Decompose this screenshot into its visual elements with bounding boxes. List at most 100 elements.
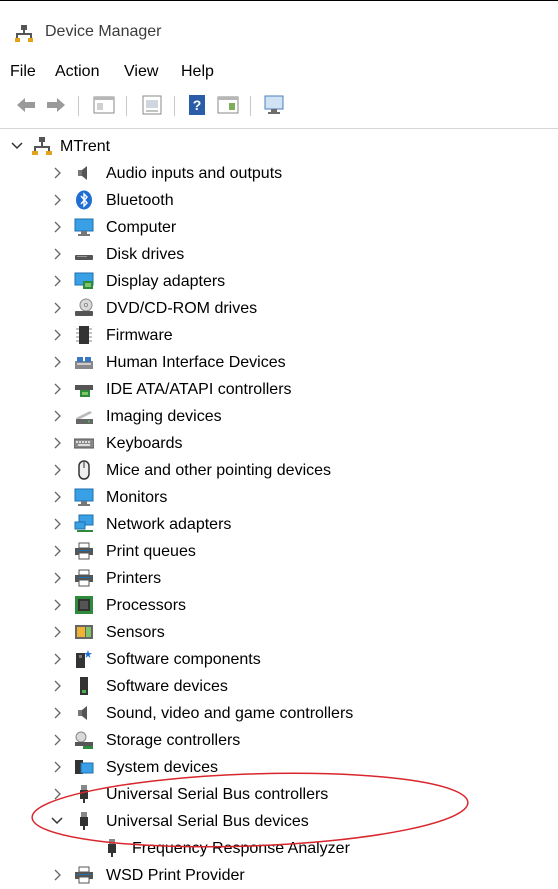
- tree-item-system-devices[interactable]: System devices: [0, 755, 558, 781]
- hid-icon: [75, 357, 93, 369]
- tree-item-label: Mice and other pointing devices: [106, 462, 332, 479]
- printer-icon: [75, 866, 93, 884]
- chevron-right-icon[interactable]: [50, 407, 64, 425]
- tree-item-label: Display adapters: [106, 273, 226, 290]
- storage-controller-icon: [75, 731, 93, 749]
- tree-item-network[interactable]: Network adapters: [0, 512, 558, 538]
- chevron-right-icon[interactable]: [50, 191, 64, 209]
- chevron-right-icon[interactable]: [50, 218, 64, 236]
- chevron-right-icon[interactable]: [50, 596, 64, 614]
- chevron-right-icon[interactable]: [50, 353, 64, 371]
- toolbar-divider: [0, 128, 558, 129]
- chevron-right-icon[interactable]: [50, 299, 64, 317]
- chevron-right-icon[interactable]: [50, 650, 64, 668]
- monitor-icon: [74, 488, 94, 506]
- tree-item-imaging[interactable]: Imaging devices: [0, 404, 558, 430]
- tree-item-disk-drives[interactable]: Disk drives: [0, 242, 558, 268]
- tree-item-label: IDE ATA/ATAPI controllers: [106, 381, 292, 398]
- system-folder-icon: [75, 760, 94, 774]
- chevron-right-icon[interactable]: [50, 461, 64, 479]
- processor-icon: [75, 596, 93, 614]
- chevron-right-icon[interactable]: [50, 488, 64, 506]
- tree-item-printers[interactable]: Printers: [0, 566, 558, 592]
- chevron-right-icon[interactable]: [50, 569, 64, 587]
- network-adapter-icon: [74, 514, 94, 532]
- tree-item-label: Human Interface Devices: [106, 354, 286, 371]
- tree-item-processors[interactable]: Processors: [0, 593, 558, 619]
- tree-item-label: Sound, video and game controllers: [106, 705, 354, 722]
- tree-item-firmware[interactable]: Firmware: [0, 323, 558, 349]
- printer-icon: [75, 569, 93, 587]
- tree-item-usb-devices[interactable]: Universal Serial Bus devices: [0, 809, 558, 835]
- back-icon[interactable]: [14, 94, 38, 116]
- show-hide-console-tree-icon[interactable]: [92, 94, 116, 116]
- tree-item-print-queues[interactable]: Print queues: [0, 539, 558, 565]
- tree-item-label: Keyboards: [106, 435, 183, 452]
- chevron-right-icon[interactable]: [50, 542, 64, 560]
- tree-item-usb-controllers[interactable]: Universal Serial Bus controllers: [0, 782, 558, 808]
- tree-item-dvd[interactable]: DVD/CD-ROM drives: [0, 296, 558, 322]
- menu-action[interactable]: Action: [53, 63, 101, 81]
- properties-icon[interactable]: [140, 94, 164, 116]
- chevron-right-icon[interactable]: [50, 866, 64, 884]
- usb-plug-icon: [80, 785, 88, 803]
- toolbar-separator: [126, 96, 127, 116]
- speaker-icon: [78, 706, 87, 720]
- tree-item-ide[interactable]: IDE ATA/ATAPI controllers: [0, 377, 558, 403]
- tree-item-label: Imaging devices: [106, 408, 222, 425]
- display-adapter-icon: [74, 272, 94, 289]
- printer-icon: [75, 542, 93, 560]
- chevron-right-icon[interactable]: [50, 164, 64, 182]
- tree-item-label: Universal Serial Bus controllers: [106, 786, 329, 803]
- chevron-right-icon[interactable]: [50, 434, 64, 452]
- tree-item-wsd-print-provider[interactable]: WSD Print Provider: [0, 863, 558, 889]
- chevron-down-icon[interactable]: [50, 812, 64, 830]
- tree-item-software-components[interactable]: Software components: [0, 647, 558, 673]
- tree-item-label: Monitors: [106, 489, 168, 506]
- tree-item-label: Audio inputs and outputs: [106, 165, 283, 182]
- title-bar: Device Manager: [0, 1, 558, 51]
- chevron-right-icon[interactable]: [50, 731, 64, 749]
- chevron-right-icon[interactable]: [50, 677, 64, 695]
- tree-item-hid[interactable]: Human Interface Devices: [0, 350, 558, 376]
- chevron-down-icon[interactable]: [10, 137, 24, 155]
- software-device-icon: [80, 677, 88, 695]
- chevron-right-icon[interactable]: [50, 245, 64, 263]
- chevron-right-icon[interactable]: [50, 272, 64, 290]
- tree-item-storage-controllers[interactable]: Storage controllers: [0, 728, 558, 754]
- tree-root[interactable]: MTrent: [0, 134, 558, 160]
- scan-hardware-icon[interactable]: [262, 94, 286, 116]
- chevron-right-icon[interactable]: [50, 326, 64, 344]
- tree-item-software-devices[interactable]: Software devices: [0, 674, 558, 700]
- chevron-right-icon[interactable]: [50, 785, 64, 803]
- chevron-right-icon[interactable]: [50, 758, 64, 776]
- tree-item-mice[interactable]: Mice and other pointing devices: [0, 458, 558, 484]
- tree-item-display-adapters[interactable]: Display adapters: [0, 269, 558, 295]
- menu-help[interactable]: Help: [179, 63, 216, 81]
- dvd-drive-icon: [75, 298, 93, 316]
- menu-view[interactable]: View: [122, 63, 160, 81]
- tree-item-keyboards[interactable]: Keyboards: [0, 431, 558, 457]
- tree-item-frequency-response-analyzer[interactable]: Frequency Response Analyzer: [0, 836, 558, 862]
- tree-item-label: System devices: [106, 759, 219, 776]
- tree-item-computer[interactable]: Computer: [0, 215, 558, 241]
- action-pane-icon[interactable]: [216, 94, 240, 116]
- menu-file[interactable]: File: [8, 63, 38, 81]
- tree-item-label: Network adapters: [106, 516, 232, 533]
- chevron-right-icon[interactable]: [50, 380, 64, 398]
- tree-item-sound-video[interactable]: Sound, video and game controllers: [0, 701, 558, 727]
- tree-item-sensors[interactable]: Sensors: [0, 620, 558, 646]
- tree-root-label: MTrent: [60, 138, 111, 155]
- disk-drive-icon: [75, 255, 93, 260]
- chevron-right-icon[interactable]: [50, 515, 64, 533]
- tree-item-label: Processors: [106, 597, 187, 614]
- chevron-right-icon[interactable]: [50, 623, 64, 641]
- forward-icon[interactable]: [44, 94, 68, 116]
- tree-item-audio[interactable]: Audio inputs and outputs: [0, 161, 558, 187]
- tree-item-bluetooth[interactable]: Bluetooth: [0, 188, 558, 214]
- tree-item-label: Software devices: [106, 678, 228, 695]
- svg-text:?: ?: [193, 97, 202, 113]
- chevron-right-icon[interactable]: [50, 704, 64, 722]
- help-icon[interactable]: ?: [186, 94, 210, 116]
- tree-item-monitors[interactable]: Monitors: [0, 485, 558, 511]
